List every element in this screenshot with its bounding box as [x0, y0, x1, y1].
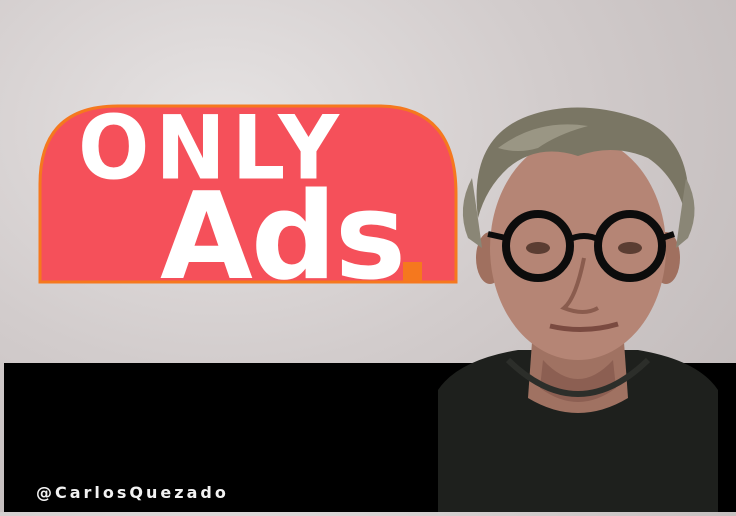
portrait-photo	[438, 98, 718, 512]
author-handle: @CarlosQuezado	[36, 483, 229, 502]
portrait-illustration-icon	[438, 107, 718, 512]
logo-text-ads: Ads	[160, 168, 406, 307]
logo-period-dot	[403, 262, 422, 281]
